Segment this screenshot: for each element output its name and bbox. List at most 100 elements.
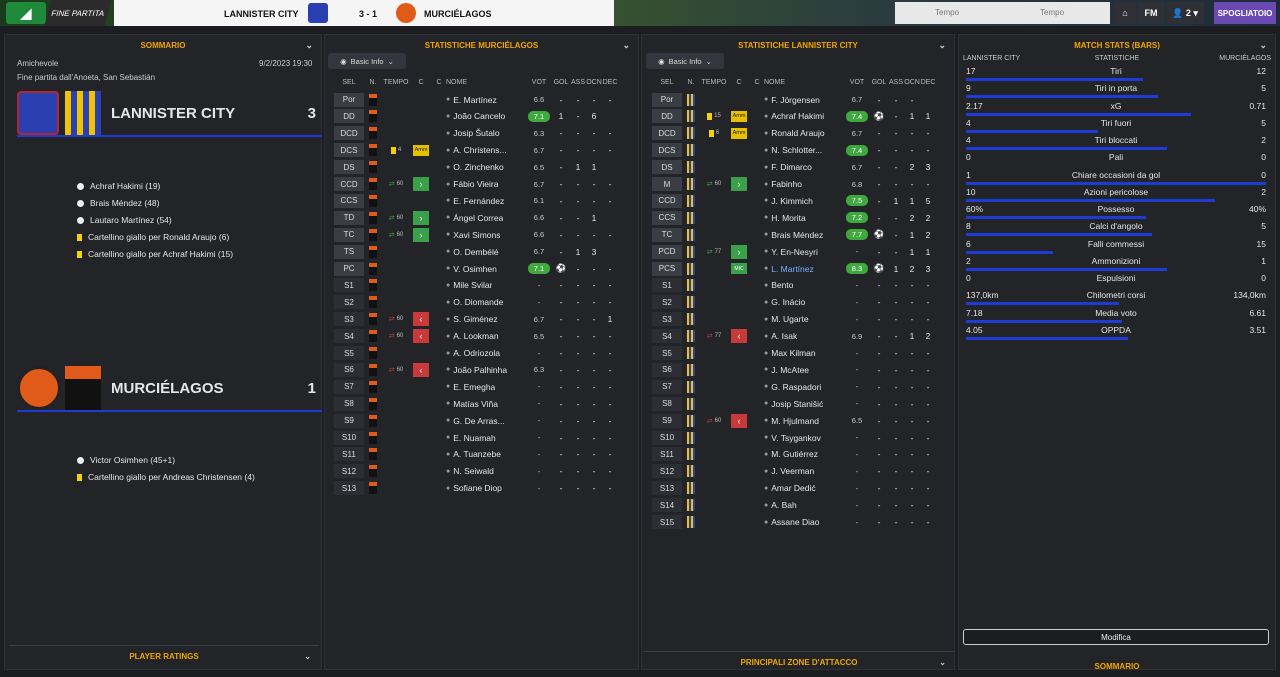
- player-name-cell[interactable]: ● A. Isak: [764, 331, 844, 341]
- column-header[interactable]: OCN: [586, 79, 602, 86]
- column-header[interactable]: DEC: [602, 79, 618, 86]
- chevron-down-icon[interactable]: ⌄: [1259, 40, 1267, 51]
- player-row[interactable]: DD ● João Cancelo 7.1 1-6: [334, 108, 634, 125]
- player-name-cell[interactable]: ● Fabinho: [764, 179, 844, 189]
- column-header[interactable]: NOME: [446, 79, 526, 86]
- player-name-cell[interactable]: ● Josip Stanišić: [764, 399, 844, 409]
- player-row[interactable]: S10 ● E. Nuamah - - - - -: [334, 429, 634, 446]
- player-row[interactable]: CCD ⇄ 60 › ● Fábio Vieira 6.7- - - -: [334, 176, 634, 193]
- sub-in-button[interactable]: ›: [413, 210, 429, 225]
- column-header[interactable]: GOL: [870, 79, 888, 86]
- player-name-cell[interactable]: ● E. Martínez: [446, 95, 526, 105]
- player-row[interactable]: Por ● F. Jörgensen 6.7 - - -: [652, 91, 952, 108]
- spogliatoio-button[interactable]: SPOGLIATOIO: [1214, 2, 1276, 24]
- player-row[interactable]: S8 ● Josip Stanišić - - - - -: [652, 395, 952, 412]
- match-stats-header[interactable]: MATCH STATS (BARS) ⌄: [959, 35, 1275, 55]
- column-header[interactable]: VOT: [526, 79, 552, 86]
- basic-info-dropdown[interactable]: ◉ Basic Info ⌄: [328, 53, 406, 69]
- player-row[interactable]: TC ⇄ 60 › ● Xavi Simons 6.6- - - -: [334, 226, 634, 243]
- player-name-cell[interactable]: ● N. Schlotter...: [764, 145, 844, 155]
- player-name-cell[interactable]: ● João Palhinha: [446, 365, 526, 375]
- player-name-cell[interactable]: ● L. Martínez: [764, 264, 844, 274]
- player-name-cell[interactable]: ● G. Raspadori: [764, 382, 844, 392]
- player-name-cell[interactable]: ● A. Christens...: [446, 145, 526, 155]
- player-row[interactable]: S3 ● M. Ugarte - - - - -: [652, 311, 952, 328]
- player-row[interactable]: S12 ● N. Seiwald - - - - -: [334, 463, 634, 480]
- player-row[interactable]: CCS ● H. Morita 7.2- -2 2: [652, 209, 952, 226]
- player-name-cell[interactable]: ● Xavi Simons: [446, 230, 526, 240]
- player-name-cell[interactable]: ● João Cancelo: [446, 111, 526, 121]
- column-header[interactable]: N.: [682, 79, 700, 86]
- player-name-cell[interactable]: ● J. McAtee: [764, 365, 844, 375]
- chevron-down-icon[interactable]: ⌄: [305, 40, 313, 51]
- players-button[interactable]: 👤 2 ▾: [1166, 2, 1204, 24]
- basic-info-dropdown[interactable]: ◉ Basic Info ⌄: [646, 53, 724, 69]
- player-name-cell[interactable]: ● N. Seiwald: [446, 466, 526, 476]
- column-header[interactable]: C: [728, 79, 750, 86]
- sub-in-button[interactable]: ›: [731, 244, 747, 259]
- player-ratings-footer[interactable]: PLAYER RATINGS ⌄: [9, 645, 319, 667]
- chevron-down-icon[interactable]: ⌄: [622, 40, 630, 51]
- player-name-cell[interactable]: ● Bento: [764, 280, 844, 290]
- column-header[interactable]: C: [410, 79, 432, 86]
- player-name-cell[interactable]: ● Y. En-Nesyri: [764, 247, 844, 257]
- player-row[interactable]: S7 ● E. Emegha - - - - -: [334, 378, 634, 395]
- player-row[interactable]: S13 ● Sofiane Diop - - - - -: [334, 480, 634, 497]
- player-row[interactable]: S10 ● V. Tsygankov - - - - -: [652, 429, 952, 446]
- player-row[interactable]: PC ● V. Osimhen 7.1 ⚽ - - -: [334, 260, 634, 277]
- player-name-cell[interactable]: ● Sofiane Diop: [446, 483, 526, 493]
- sub-out-button[interactable]: ‹: [413, 329, 429, 344]
- player-row[interactable]: S15 ● Assane Diao - - - - -: [652, 514, 952, 531]
- player-name-cell[interactable]: ● M. Hjulmand: [764, 416, 844, 426]
- player-row[interactable]: S14 ● A. Bah - - - - -: [652, 497, 952, 514]
- player-row[interactable]: S4 ⇄ 77 ‹ ● A. Isak 6.9- -1 2: [652, 328, 952, 345]
- sub-out-button[interactable]: ‹: [731, 329, 747, 344]
- player-name-cell[interactable]: ● O. Diomande: [446, 297, 526, 307]
- player-name-cell[interactable]: ● Ángel Correa: [446, 213, 526, 223]
- player-row[interactable]: DS ● O. Zinchenko 6.5 - 1 1: [334, 159, 634, 176]
- player-name-cell[interactable]: ● E. Nuamah: [446, 433, 526, 443]
- player-name-cell[interactable]: ● Matías Viña: [446, 399, 526, 409]
- player-row[interactable]: S6 ● J. McAtee - - - - -: [652, 361, 952, 378]
- player-row[interactable]: DCS 4 Amm ● A. Christens... 6.7 - - - -: [334, 142, 634, 159]
- player-row[interactable]: PCS MIC ● L. Martínez 8.3 ⚽ 1 2 3: [652, 260, 952, 277]
- sub-out-button[interactable]: ‹: [413, 312, 429, 327]
- attack-zones-footer[interactable]: PRINCIPALI ZONE D'ATTACCO ⌄: [644, 651, 954, 673]
- player-name-cell[interactable]: ● Ronald Araujo: [764, 128, 844, 138]
- player-row[interactable]: S6 ⇄ 60 ‹ ● João Palhinha 6.3- - - -: [334, 361, 634, 378]
- player-name-cell[interactable]: ● Assane Diao: [764, 517, 844, 527]
- player-row[interactable]: S7 ● G. Raspadori - - - - -: [652, 378, 952, 395]
- player-name-cell[interactable]: ● V. Tsygankov: [764, 433, 844, 443]
- player-name-cell[interactable]: ● Fábio Vieira: [446, 179, 526, 189]
- player-name-cell[interactable]: ● J. Kimmich: [764, 196, 844, 206]
- player-row[interactable]: S5 ● A. Odriozola - - - - -: [334, 345, 634, 362]
- column-header[interactable]: TEMPO: [382, 79, 410, 86]
- player-name-cell[interactable]: ● A. Tuanzebe: [446, 449, 526, 459]
- player-row[interactable]: CCD ● J. Kimmich 7.5-1 1 5: [652, 192, 952, 209]
- player-row[interactable]: S9 ⇄ 60 ‹ ● M. Hjulmand 6.5- - - -: [652, 412, 952, 429]
- chevron-down-icon[interactable]: ⌄: [939, 658, 946, 667]
- player-row[interactable]: S2 ● G. Inácio - - - - -: [652, 294, 952, 311]
- sommario-footer[interactable]: SOMMARIO: [961, 655, 1273, 677]
- player-name-cell[interactable]: ● Brais Méndez: [764, 230, 844, 240]
- player-name-cell[interactable]: ● F. Jörgensen: [764, 95, 844, 105]
- column-header[interactable]: C: [750, 79, 764, 86]
- player-name-cell[interactable]: ● A. Bah: [764, 500, 844, 510]
- sub-in-button[interactable]: ›: [413, 177, 429, 191]
- player-name-cell[interactable]: ● Josip Šutalo: [446, 128, 526, 138]
- player-row[interactable]: S3 ⇄ 60 ‹ ● S. Giménez 6.7- - -1: [334, 311, 634, 328]
- player-name-cell[interactable]: ● G. De Arras...: [446, 416, 526, 426]
- column-header[interactable]: GOL: [552, 79, 570, 86]
- player-name-cell[interactable]: ● Amar Dedić: [764, 483, 844, 493]
- player-row[interactable]: S9 ● G. De Arras... - - - - -: [334, 412, 634, 429]
- player-name-cell[interactable]: ● G. Inácio: [764, 297, 844, 307]
- scoreboard[interactable]: LANNISTER CITY 3 - 1 MURCIÉLAGOS: [114, 0, 614, 26]
- player-row[interactable]: TD ⇄ 60 › ● Ángel Correa 6.6- -1: [334, 209, 634, 226]
- player-row[interactable]: Por ● E. Martínez 6.6 - - - -: [334, 91, 634, 108]
- player-name-cell[interactable]: ● M. Gutiérrez: [764, 449, 844, 459]
- column-header[interactable]: ASS: [570, 79, 586, 86]
- column-header[interactable]: C: [432, 79, 446, 86]
- player-row[interactable]: PCD ⇄ 77 › ● Y. En-Nesyri - - -1 1: [652, 243, 952, 260]
- column-header[interactable]: DEC: [920, 79, 936, 86]
- column-header[interactable]: N.: [364, 79, 382, 86]
